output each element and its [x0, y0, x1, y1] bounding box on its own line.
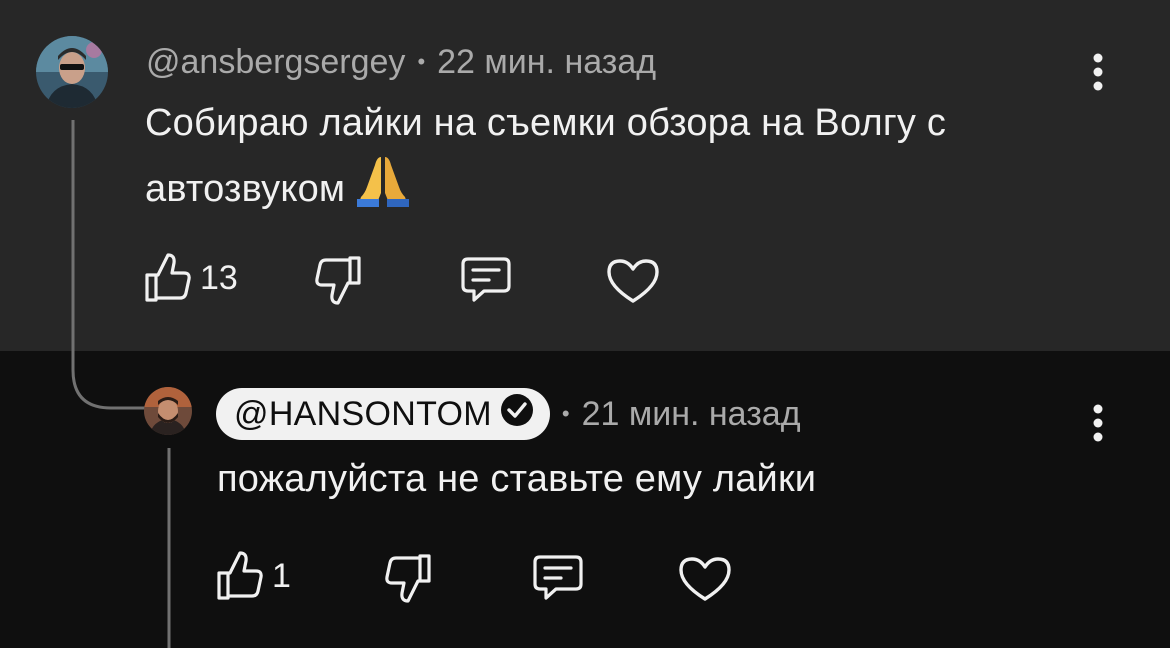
heart-icon	[679, 557, 731, 601]
timestamp[interactable]: 21 мин. назад	[582, 395, 801, 434]
comment-icon	[533, 555, 583, 600]
username: @HANSONTOM	[234, 394, 492, 433]
like-button[interactable]: 13	[144, 252, 238, 304]
heart-button[interactable]	[678, 556, 732, 602]
comment-text-line: автозвуком	[145, 153, 946, 225]
like-count: 13	[200, 258, 238, 297]
dislike-button[interactable]	[314, 254, 362, 306]
thumb-down-icon	[385, 554, 431, 603]
creator-username-pill[interactable]: @HANSONTOM	[216, 388, 550, 440]
comment-text-line: Собираю лайки на съемки обзора на Волгу …	[145, 102, 947, 144]
heart-icon	[607, 259, 659, 303]
comment-meta: @HANSONTOM • 21 мин. назад	[216, 388, 801, 440]
thumb-up-icon	[217, 551, 263, 600]
comment-text: Собираю лайки на съемки обзора на Волгу …	[145, 93, 946, 225]
separator-dot: •	[417, 49, 426, 74]
reply-button[interactable]	[532, 554, 584, 602]
more-vertical-icon	[1093, 53, 1103, 91]
comment-meta: @ansbergsergey • 22 мин. назад	[146, 42, 656, 82]
heart-button[interactable]	[606, 258, 660, 304]
pray-emoji-icon	[355, 153, 411, 225]
timestamp[interactable]: 22 мин. назад	[437, 43, 656, 82]
more-options-button[interactable]	[1086, 403, 1110, 443]
more-vertical-icon	[1093, 404, 1103, 442]
more-options-button[interactable]	[1086, 52, 1110, 92]
comment-text: пожалуйста не ставьте ему лайки	[217, 449, 816, 509]
dislike-button[interactable]	[384, 552, 432, 604]
reply-button[interactable]	[460, 256, 512, 304]
separator-dot: •	[561, 401, 570, 426]
thumb-up-icon	[145, 253, 191, 302]
comment-text-line-2: автозвуком	[145, 168, 346, 210]
comment-text-line: пожалуйста не ставьте ему лайки	[217, 458, 817, 500]
verified-check-icon	[500, 393, 534, 436]
avatar[interactable]	[144, 387, 192, 435]
like-count: 1	[272, 556, 291, 595]
like-button[interactable]: 1	[216, 550, 291, 602]
avatar[interactable]	[36, 36, 108, 108]
username[interactable]: @ansbergsergey	[146, 43, 405, 82]
comment-icon	[461, 257, 511, 302]
thumb-down-icon	[315, 256, 361, 305]
